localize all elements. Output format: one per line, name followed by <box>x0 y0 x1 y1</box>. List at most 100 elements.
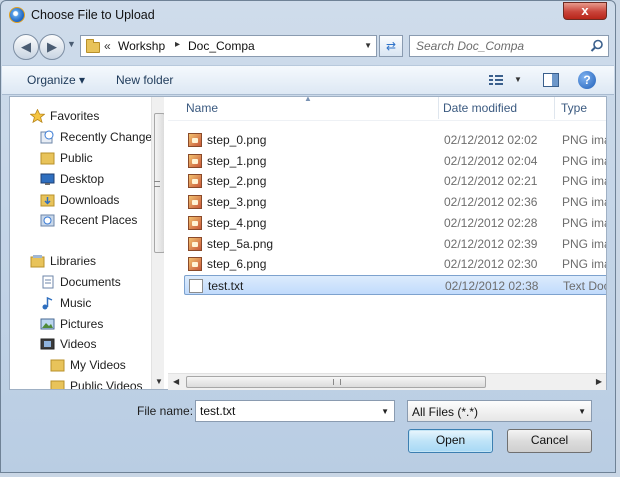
arrow-left-icon: ◀ <box>21 39 31 54</box>
file-date-modified: 02/12/2012 02:04 <box>444 153 538 168</box>
file-date-modified: 02/12/2012 02:39 <box>444 236 538 251</box>
command-bar: Organize ▾ New folder ▼ ? <box>2 65 614 95</box>
breadcrumb-separator-icon[interactable]: ▸ <box>175 39 180 50</box>
file-date-modified: 02/12/2012 02:38 <box>445 278 539 293</box>
file-name: test.txt <box>208 278 244 293</box>
navigation-pane: Favorites Recently Changed Public Deskto… <box>10 97 164 389</box>
image-file-icon <box>188 215 202 230</box>
file-name: step_0.png <box>207 133 267 147</box>
column-type[interactable]: Type <box>561 101 587 115</box>
chevron-down-icon[interactable]: ▼ <box>578 407 586 416</box>
nav-item-label: Recent Places <box>60 213 138 227</box>
recent-locations-chevron-icon[interactable]: ▼ <box>67 39 76 49</box>
nav-item-label: Libraries <box>50 254 97 268</box>
folder-icon <box>50 359 65 372</box>
libraries-icon <box>30 255 45 268</box>
cancel-button[interactable]: Cancel <box>507 429 592 453</box>
nav-item-label: Downloads <box>60 193 120 207</box>
back-button[interactable]: ◀ <box>13 34 39 60</box>
file-row[interactable]: step_1.png 02/12/2012 02:04 PNG imag <box>184 151 606 171</box>
new-folder-button[interactable]: New folder <box>116 73 173 87</box>
file-date-modified: 02/12/2012 02:02 <box>444 133 538 147</box>
file-row[interactable]: step_2.png 02/12/2012 02:21 PNG imag <box>184 171 606 191</box>
folder-icon <box>86 39 100 53</box>
column-header-row: ▲ Name Date modified Type <box>168 97 606 121</box>
help-icon[interactable]: ? <box>578 71 596 89</box>
image-file-icon <box>188 153 202 168</box>
column-name[interactable]: Name <box>186 101 218 115</box>
breadcrumb-doc-compa[interactable]: Doc_Compa <box>188 39 255 53</box>
file-row[interactable]: step_4.png 02/12/2012 02:28 PNG imag <box>184 213 606 233</box>
column-date-modified[interactable]: Date modified <box>443 101 517 115</box>
search-icon[interactable] <box>590 39 604 53</box>
image-file-icon <box>188 195 202 210</box>
nav-item-label: Public <box>60 151 93 165</box>
folder-icon <box>40 152 55 165</box>
organize-button[interactable]: Organize ▾ <box>27 73 85 87</box>
image-file-icon <box>188 133 202 147</box>
breadcrumb-workshp[interactable]: Workshp <box>118 39 165 53</box>
forward-button[interactable]: ▶ <box>39 34 65 60</box>
image-file-icon <box>188 236 202 251</box>
file-name-input[interactable] <box>196 401 376 421</box>
text-file-icon <box>189 278 203 293</box>
file-row[interactable]: step_3.png 02/12/2012 02:36 PNG imag <box>184 192 606 212</box>
nav-item-label: My Videos <box>70 358 126 372</box>
file-date-modified: 02/12/2012 02:21 <box>444 174 538 189</box>
nav-item-label: Favorites <box>50 109 100 123</box>
scroll-right-arrow-icon[interactable]: ▶ <box>596 377 602 386</box>
breadcrumb-overflow[interactable]: « <box>104 39 111 53</box>
recent-changed-icon <box>40 130 54 144</box>
sort-ascending-icon: ▲ <box>304 97 312 103</box>
arrow-right-icon: ▶ <box>47 39 57 54</box>
file-name-label: File name: <box>137 404 194 418</box>
horizontal-scrollbar[interactable]: ◀ ▶ <box>168 373 606 390</box>
view-options-chevron-icon[interactable]: ▼ <box>514 75 522 84</box>
preview-pane-icon[interactable] <box>542 72 560 88</box>
music-icon <box>42 296 53 310</box>
column-divider[interactable] <box>554 97 555 119</box>
nav-item-label: Desktop <box>60 172 105 186</box>
close-button[interactable]: x <box>563 2 607 20</box>
open-button[interactable]: Open <box>408 429 493 453</box>
view-options-icon[interactable] <box>488 72 506 88</box>
file-type: PNG imag <box>562 133 606 147</box>
file-name-combobox[interactable]: ▼ <box>195 400 395 422</box>
file-row[interactable]: test.txt 02/12/2012 02:38 Text Docu <box>184 274 606 295</box>
chevron-down-icon[interactable]: ▼ <box>381 407 389 416</box>
file-name: step_2.png <box>207 174 267 189</box>
file-type-filter[interactable]: All Files (*.*) ▼ <box>407 400 592 422</box>
image-file-icon <box>188 174 202 189</box>
downloads-icon <box>40 194 55 207</box>
file-type: PNG imag <box>562 236 606 251</box>
scroll-left-arrow-icon[interactable]: ◀ <box>173 377 179 386</box>
file-date-modified: 02/12/2012 02:36 <box>444 195 538 210</box>
address-bar[interactable]: « Workshp ▸ Doc_Compa ▼ <box>80 35 377 57</box>
documents-icon <box>42 275 54 289</box>
search-box[interactable] <box>409 35 609 57</box>
scrollbar-thumb[interactable] <box>186 376 486 388</box>
column-divider[interactable] <box>438 97 439 119</box>
file-row[interactable]: step_0.png 02/12/2012 02:02 PNG imag <box>184 130 606 150</box>
navigation-scrollbar[interactable]: ▼ <box>151 97 164 389</box>
file-type: Text Docu <box>563 278 606 293</box>
file-row[interactable]: step_6.png 02/12/2012 02:30 PNG imag <box>184 254 606 274</box>
file-type: PNG imag <box>562 153 606 168</box>
file-type: PNG imag <box>562 257 606 272</box>
chevron-down-icon[interactable]: ▼ <box>364 41 372 50</box>
file-name: step_1.png <box>207 153 267 168</box>
file-type: PNG imag <box>562 195 606 210</box>
search-input[interactable] <box>410 36 586 56</box>
scroll-down-arrow-icon[interactable]: ▼ <box>155 377 163 386</box>
nav-item-label: Music <box>60 296 92 310</box>
file-date-modified: 02/12/2012 02:28 <box>444 215 538 230</box>
file-row[interactable]: step_5a.png 02/12/2012 02:39 PNG imag <box>184 234 606 254</box>
recent-places-icon <box>40 214 55 227</box>
refresh-button[interactable]: ⇄ <box>379 35 403 57</box>
title-bar[interactable]: Choose File to Upload x <box>1 1 615 29</box>
file-type-filter-value: All Files (*.*) <box>412 405 479 419</box>
videos-icon <box>40 338 55 350</box>
nav-item-label: Documents <box>60 275 121 289</box>
pictures-icon <box>40 318 55 330</box>
window-title: Choose File to Upload <box>31 8 155 22</box>
